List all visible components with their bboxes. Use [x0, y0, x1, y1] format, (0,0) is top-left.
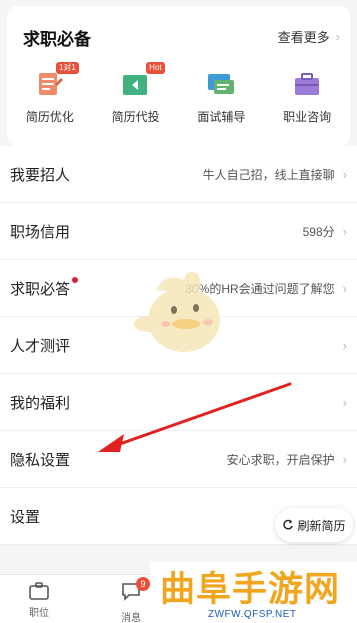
refresh-icon — [283, 519, 294, 530]
quick-item-interview-coaching[interactable]: 面试辅导 — [179, 70, 265, 130]
card-title: 求职必备 — [23, 30, 91, 49]
menu-item-label: 隐私设置 — [10, 451, 71, 469]
quick-label: 简历优化 — [25, 110, 74, 124]
quick-label: 职业咨询 — [283, 110, 332, 124]
annotation-arrow-icon — [98, 382, 292, 452]
menu-item-value: 598分 — [302, 224, 335, 239]
chevron-right-icon: › — [335, 29, 340, 44]
quick-label: 简历代投 — [111, 110, 160, 124]
menu-item-label: 我的福利 — [10, 394, 71, 412]
career-consulting-icon — [290, 70, 324, 98]
interview-coaching-icon — [204, 70, 238, 98]
chevron-right-icon: › — [342, 451, 347, 467]
menu-item-credit[interactable]: 职场信用 598分 › — [0, 203, 357, 260]
resume-optimize-icon: 1对1 — [33, 62, 79, 98]
nav-label: 职位 — [29, 608, 49, 619]
refresh-resume-button[interactable]: 刷新简历 — [275, 508, 353, 542]
menu-item-label: 职场信用 — [10, 223, 71, 241]
quick-item-resume-delivery[interactable]: Hot 简历代投 — [93, 62, 179, 130]
badge-hot: Hot — [146, 62, 165, 74]
watermark-title: 曲阜手游网 — [160, 570, 341, 610]
chevron-right-icon: › — [342, 394, 347, 410]
menu-item-recruit[interactable]: 我要招人 牛人自己招，线上直接聊 › — [0, 146, 357, 203]
watermark-url: ZWFW.QFSP.NET — [208, 609, 297, 620]
menu-item-label: 人才测评 — [10, 337, 71, 355]
chevron-right-icon: › — [342, 223, 347, 239]
menu-item-label: 求职必答 — [10, 280, 71, 298]
notification-dot — [72, 277, 78, 283]
view-more-label: 查看更多 — [277, 30, 330, 45]
refresh-resume-label: 刷新简历 — [297, 518, 346, 533]
menu-item-label: 设置 — [10, 508, 41, 526]
job-essentials-card: 求职必备 查看更多 › 1对1 简历优化 Hot 简历代投 面试辅导 职业咨询 — [7, 6, 350, 146]
chevron-right-icon: › — [342, 280, 347, 296]
quick-item-resume-optimize[interactable]: 1对1 简历优化 — [7, 62, 93, 130]
mascot-image — [134, 272, 220, 352]
nav-label: 消息 — [121, 613, 141, 623]
menu-item-value: 牛人自己招，线上直接聊 — [202, 167, 335, 182]
nav-tab-messages[interactable]: 9 消息 — [120, 577, 150, 623]
chevron-right-icon: › — [342, 166, 347, 182]
quick-item-career-consulting[interactable]: 职业咨询 — [264, 70, 350, 130]
view-more-link[interactable]: 查看更多 › — [278, 27, 340, 46]
quick-label: 面试辅导 — [197, 110, 246, 124]
briefcase-icon — [29, 582, 49, 600]
menu-item-label: 我要招人 — [10, 166, 71, 184]
nav-tab-jobs[interactable]: 职位 — [28, 581, 50, 619]
badge-one-on-one: 1对1 — [55, 62, 79, 74]
quick-services: 1对1 简历优化 Hot 简历代投 面试辅导 职业咨询 — [7, 62, 350, 130]
resume-delivery-icon: Hot — [119, 62, 165, 98]
message-count-badge: 9 — [136, 577, 150, 591]
chevron-right-icon: › — [342, 337, 347, 353]
